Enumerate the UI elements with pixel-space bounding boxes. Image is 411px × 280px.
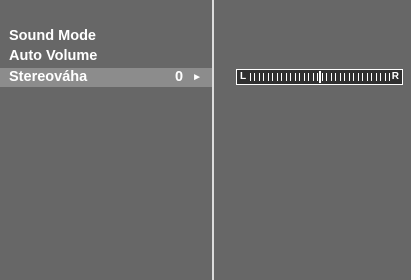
balance-tick [250,73,251,81]
balance-tick [299,73,301,81]
balance-tick [384,73,386,81]
balance-tick [344,73,346,81]
balance-tick [375,73,377,81]
balance-tick [281,73,283,81]
balance-tick [339,73,341,81]
balance-tick [357,73,359,81]
balance-tick [267,73,269,81]
menu-item-label: Auto Volume [9,48,98,64]
balance-right-label: R [391,71,399,82]
balance-tick [303,73,305,81]
menu-item-label: Stereováha [9,69,88,85]
balance-value: 0 [174,69,184,85]
arrow-right-icon: ► [192,72,202,83]
balance-tick [294,73,296,81]
balance-tick [335,73,337,81]
balance-left-label: L [240,71,247,82]
osd-menu: Sound Mode Auto Volume Stereováha 0 ► L … [0,0,411,280]
menu-item-value-group: 0 ► [175,68,202,87]
balance-tick [312,73,314,81]
menu-list: Sound Mode Auto Volume Stereováha 0 ► [0,0,212,280]
balance-tick [254,73,256,81]
balance-scale [250,71,390,83]
balance-tick [308,73,310,81]
balance-tick [389,73,390,81]
settings-panel: L R [214,0,411,280]
balance-tick [317,73,319,81]
balance-tick [263,73,265,81]
balance-tick [380,73,382,81]
balance-tick [290,73,292,81]
balance-tick [330,73,332,81]
menu-item-stereovaha[interactable]: Stereováha 0 ► [0,68,212,87]
balance-center-marker [318,71,321,83]
balance-tick [371,73,373,81]
balance-tick [272,73,274,81]
balance-tick [285,73,287,81]
menu-item-label: Sound Mode [9,28,96,44]
balance-tick [353,73,355,81]
balance-tick [326,73,328,81]
balance-tick [348,73,350,81]
menu-item-auto-volume[interactable]: Auto Volume [0,47,212,66]
balance-tick [366,73,368,81]
balance-tick [321,73,323,81]
balance-tick [276,73,278,81]
balance-slider[interactable]: L R [236,69,403,85]
balance-tick [258,73,260,81]
balance-tick [362,73,364,81]
menu-item-sound-mode[interactable]: Sound Mode [0,27,212,46]
